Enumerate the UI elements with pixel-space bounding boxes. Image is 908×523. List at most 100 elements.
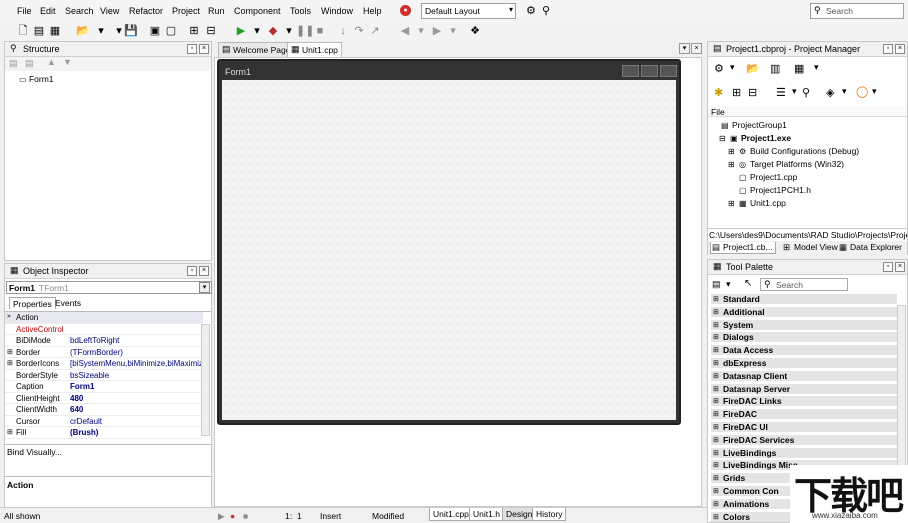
property-value[interactable]: 640 bbox=[70, 405, 202, 414]
tab-data-explorer[interactable]: ▦ Data Explorer bbox=[838, 242, 904, 254]
palette-category[interactable]: Additional bbox=[711, 306, 897, 318]
pointer-icon[interactable]: ↖ bbox=[744, 278, 752, 289]
property-value[interactable]: [biSystemMenu,biMinimize,biMaximize] bbox=[70, 359, 202, 368]
step-out-icon[interactable]: ↗ bbox=[368, 24, 382, 38]
structure-tree-item[interactable]: ▭ Form1 bbox=[19, 74, 54, 84]
expand-icon[interactable]: ⊞ bbox=[732, 86, 741, 99]
property-value[interactable]: bdLeftToRight bbox=[70, 336, 202, 345]
palette-categories-icon[interactable]: ▤ bbox=[712, 279, 721, 290]
tab-properties[interactable]: Properties bbox=[9, 297, 56, 309]
menu-window[interactable]: Window bbox=[321, 6, 353, 16]
palette-category[interactable]: FireDAC bbox=[711, 409, 897, 421]
save-icon[interactable]: 💾 bbox=[124, 24, 138, 38]
layout-select[interactable]: Default Layout ▾ bbox=[421, 3, 516, 19]
property-row[interactable]: ⊞FormFactor (TFormFactor) bbox=[5, 439, 203, 442]
save-layout-icon[interactable]: ⚙ bbox=[526, 4, 536, 17]
palette-category[interactable]: FireDAC Links bbox=[711, 396, 897, 408]
expand-icon[interactable]: » bbox=[7, 313, 11, 320]
palette-category[interactable]: Dialogs bbox=[711, 332, 897, 344]
menu-project[interactable]: Project bbox=[172, 6, 200, 16]
property-row[interactable]: BiDiMode bdLeftToRight bbox=[5, 335, 203, 347]
menu-component[interactable]: Component bbox=[234, 6, 281, 16]
tree-expander-icon[interactable]: ⊞ bbox=[728, 160, 739, 169]
menu-tools[interactable]: Tools bbox=[290, 6, 311, 16]
property-value[interactable]: (TFormBorder) bbox=[70, 348, 202, 357]
pin-icon[interactable]: ▫ bbox=[187, 44, 197, 54]
run-dropdown-icon[interactable]: ▾ bbox=[250, 24, 264, 38]
sync-icon[interactable]: ▥ bbox=[770, 62, 780, 75]
property-value[interactable]: 480 bbox=[70, 394, 202, 403]
open-project-icon[interactable]: ▤ bbox=[32, 24, 46, 38]
project-tree-item[interactable]: ▤ ProjectGroup1 bbox=[710, 120, 787, 130]
debug-layout-icon[interactable]: ⚲ bbox=[542, 4, 550, 17]
close-tab-icon[interactable]: × bbox=[691, 43, 702, 54]
expand-icon[interactable]: ⊞ bbox=[7, 440, 13, 442]
tab-model-view[interactable]: ⊞ Model View bbox=[782, 242, 840, 254]
expand-icon[interactable]: ⊞ bbox=[7, 428, 13, 436]
property-row[interactable]: » Action bbox=[5, 312, 203, 324]
property-row[interactable]: ActiveControl bbox=[5, 324, 203, 335]
property-value[interactable]: (Brush) bbox=[70, 428, 202, 437]
menu-view[interactable]: View bbox=[100, 6, 119, 16]
palette-category[interactable]: FireDAC UI bbox=[711, 422, 897, 433]
property-value[interactable]: (TFormFactor) bbox=[70, 440, 202, 442]
menu-file[interactable]: File bbox=[17, 6, 32, 16]
config-dropdown-icon[interactable]: ▾ bbox=[872, 86, 877, 97]
bind-visually-link[interactable]: Bind Visually... bbox=[7, 447, 62, 457]
tree-expander-icon[interactable]: ⊞ bbox=[728, 147, 739, 156]
palette-category[interactable]: dbExpress bbox=[711, 358, 897, 369]
close-icon[interactable]: × bbox=[895, 44, 905, 54]
pin-icon[interactable]: ▫ bbox=[883, 44, 893, 54]
close-icon[interactable]: ▢ bbox=[164, 24, 178, 38]
platform-icon[interactable]: ◈ bbox=[826, 86, 834, 99]
activate-dropdown-icon[interactable]: ▾ bbox=[730, 62, 735, 73]
menu-help[interactable]: Help bbox=[363, 6, 382, 16]
open-icon[interactable]: 📂 bbox=[76, 24, 90, 38]
palette-category[interactable]: FireDAC Services bbox=[711, 434, 897, 446]
bottom-tab-unit1-h[interactable]: Unit1.h bbox=[469, 508, 504, 521]
palette-category[interactable]: LiveBindings bbox=[711, 447, 897, 459]
tab-events[interactable]: Events bbox=[52, 297, 84, 309]
property-value[interactable]: bsSizeable bbox=[70, 371, 202, 380]
palette-category[interactable]: Datasnap Server bbox=[711, 383, 897, 395]
back-icon[interactable]: ◀ bbox=[398, 24, 412, 38]
expand-all-icon[interactable]: ▤ bbox=[9, 58, 18, 69]
property-scrollbar[interactable] bbox=[201, 324, 210, 436]
expand-icon[interactable]: ⊞ bbox=[7, 359, 13, 367]
activate-icon[interactable]: ⚙ bbox=[714, 62, 724, 75]
tab-unit1-cpp[interactable]: ▦ Unit1.cpp bbox=[287, 42, 342, 57]
tab-list-icon[interactable]: ▾ bbox=[679, 43, 690, 54]
run-options-icon[interactable]: ▾ bbox=[282, 24, 296, 38]
config-icon[interactable]: ◯ bbox=[856, 85, 868, 98]
new-items-icon[interactable]: ▦ bbox=[48, 24, 62, 38]
pause-icon[interactable]: ❚❚ bbox=[296, 24, 314, 38]
new-icon[interactable]: 🗋 bbox=[16, 24, 30, 38]
stop-icon[interactable]: ■ bbox=[313, 24, 327, 38]
forward-icon[interactable]: ▶ bbox=[430, 24, 444, 38]
tree-expander-icon[interactable]: ⊟ bbox=[719, 134, 730, 143]
pin-icon[interactable]: ▫ bbox=[883, 262, 893, 272]
project-tree-item[interactable]: ⊟ ▣ Project1.exe bbox=[719, 133, 791, 143]
run-without-debug-icon[interactable]: ◆ bbox=[266, 24, 280, 38]
palette-category[interactable]: Standard bbox=[711, 294, 897, 305]
file-column-header[interactable]: File bbox=[708, 106, 907, 117]
add-new-icon[interactable]: 📂 bbox=[746, 62, 760, 75]
build-icon[interactable]: ✱ bbox=[714, 86, 723, 99]
property-row[interactable]: ⊞ BorderIcons [biSystemMenu,biMinimize,biM… bbox=[5, 358, 203, 370]
project-tree-item[interactable]: ⊞ ⚙ Build Configurations (Debug) bbox=[728, 146, 859, 156]
palette-category[interactable]: Data Access bbox=[711, 345, 897, 357]
play-macro-icon[interactable]: ▶ bbox=[218, 511, 225, 522]
record-macro-icon[interactable]: ● bbox=[230, 511, 235, 521]
expand-icon[interactable]: ⊞ bbox=[7, 348, 13, 356]
save-all-icon[interactable]: ▣ bbox=[148, 24, 162, 38]
collapse-all-icon[interactable]: ▤ bbox=[25, 58, 34, 69]
close-icon[interactable]: × bbox=[895, 262, 905, 272]
tree-expander-icon[interactable]: ⊞ bbox=[728, 199, 739, 208]
form-client-area[interactable] bbox=[222, 80, 676, 420]
property-row[interactable]: ClientWidth 640 bbox=[5, 404, 203, 416]
sort-dropdown-icon[interactable]: ▾ bbox=[792, 86, 797, 97]
bottom-tab-history[interactable]: History bbox=[532, 508, 567, 521]
options-icon[interactable]: ▦ bbox=[794, 62, 804, 75]
menu-refactor[interactable]: Refactor bbox=[129, 6, 163, 16]
property-row[interactable]: ⊞ Border (TFormBorder) bbox=[5, 347, 203, 358]
